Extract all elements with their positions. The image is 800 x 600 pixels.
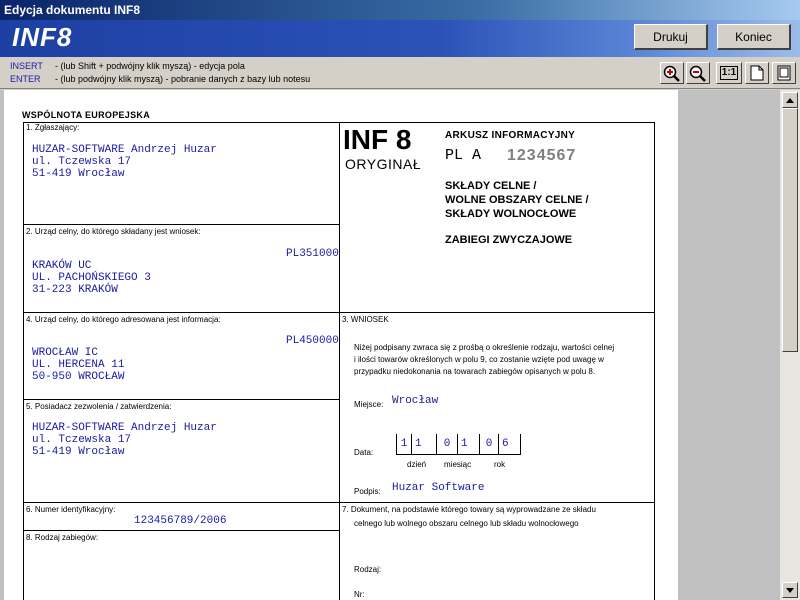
document-viewport[interactable]: WSPÓLNOTA EUROPEJSKA 1. Zgłaszający: HUZ… (0, 90, 780, 600)
field-7-label: 7. Dokument, na podstawie którego towary… (342, 505, 596, 514)
scroll-down-button[interactable] (782, 582, 798, 598)
applicant-line[interactable]: ul. Tczewska 17 (32, 156, 131, 168)
country-code[interactable]: PL A (445, 147, 481, 164)
field-7-label-continued: celnego lub wolnego obszaru celnego lub … (354, 519, 579, 528)
destination-line[interactable]: WROCŁAW IC (32, 347, 98, 359)
office-code[interactable]: PL351000 (286, 248, 339, 260)
fit-width-button[interactable] (772, 62, 796, 84)
office-line[interactable]: KRAKÓW UC (32, 260, 91, 272)
sheet-label: ARKUSZ INFORMACYJNY (445, 130, 576, 141)
form-sheet: WSPÓLNOTA EUROPEJSKA 1. Zgłaszający: HUZ… (4, 90, 678, 600)
actual-size-label: 1:1 (719, 66, 739, 80)
date-digit[interactable]: 1 (397, 434, 412, 454)
window-title: Edycja dokumentu INF8 (0, 0, 800, 20)
hint-row: ENTER - (lub podwójny klik myszą) - pobra… (10, 73, 310, 86)
applicant-line[interactable]: 51-419 Wrocław (32, 168, 124, 180)
hint-row: INSERT - (lub Shift + podwójny klik myszą… (10, 60, 245, 73)
hint-text: - (lub podwójny klik myszą) - pobranie d… (55, 74, 311, 84)
customs-line: WOLNE OBSZARY CELNE / (445, 194, 589, 206)
zoom-out-button[interactable] (686, 62, 710, 84)
number-label: Nr: (354, 590, 365, 599)
print-button[interactable]: Drukuj (634, 24, 708, 50)
form-header: WSPÓLNOTA EUROPEJSKA (22, 110, 151, 120)
field-8-label: 8. Rodzaj zabiegów: (26, 533, 99, 542)
actual-size-button[interactable]: 1:1 (716, 62, 742, 84)
year-label: rok (494, 460, 506, 469)
field-6-label: 6. Numer identyfikacyjny: (26, 505, 116, 514)
app-logo: INF8 (12, 22, 73, 52)
date-digit[interactable]: 1 (458, 434, 480, 454)
scroll-thumb[interactable] (782, 108, 798, 352)
doc-code: INF 8 (343, 124, 412, 155)
date-digit[interactable]: 0 (480, 434, 499, 454)
destination-line[interactable]: UL. HERCENA 11 (32, 359, 124, 371)
column-divider (339, 122, 340, 600)
kind-label: Rodzaj: (354, 565, 382, 574)
scroll-up-button[interactable] (782, 92, 798, 108)
field-2-label: 2. Urząd celny, do którego składany jest… (26, 227, 201, 236)
field-1-label: 1. Zgłaszający: (26, 123, 80, 132)
exit-button[interactable]: Koniec (717, 24, 791, 50)
full-page-button[interactable] (745, 62, 769, 84)
field-5-label: 5. Posiadacz zezwolenia / zatwierdzenia: (26, 402, 172, 411)
hint-key: INSERT (10, 61, 43, 71)
original-label: ORYGINAŁ (345, 156, 422, 172)
date-label: Data: (354, 448, 374, 457)
applicant-line[interactable]: HUZAR-SOFTWARE Andrzej Huzar (32, 144, 217, 156)
hint-key: ENTER (10, 74, 41, 84)
holder-line[interactable]: 51-419 Wrocław (32, 446, 124, 458)
divider-f5 (23, 399, 339, 400)
id-number[interactable]: 123456789/2006 (134, 515, 226, 527)
fit-page-icon (777, 65, 791, 81)
page-icon (750, 65, 764, 81)
date-digit[interactable]: 0 (437, 434, 458, 454)
office-line[interactable]: UL. PACHOŃSKIEGO 3 (32, 272, 151, 284)
place-value[interactable]: Wrocław (392, 395, 438, 407)
app-banner: INF8 Drukuj Koniec (0, 20, 800, 57)
date-digit[interactable]: 6 (499, 434, 521, 454)
office-line[interactable]: 31-223 KRAKÓW (32, 284, 118, 296)
field-4-label: 4. Urząd celny, do którego adresowana je… (26, 315, 221, 324)
holder-line[interactable]: ul. Tczewska 17 (32, 434, 131, 446)
frame-left (23, 122, 24, 600)
holder-line[interactable]: HUZAR-SOFTWARE Andrzej Huzar (32, 422, 217, 434)
request-text-line: Niżej podpisany zwraca się z prośbą o ok… (354, 343, 615, 352)
customs-line: SKŁADY WOLNOCŁOWE (445, 208, 577, 220)
month-label: miesiąc (444, 460, 472, 469)
field-3-label: 3. WNIOSEK (342, 315, 389, 324)
request-text-line: przypadku niedokonania na towarach zabie… (354, 367, 596, 376)
zoom-in-button[interactable] (660, 62, 684, 84)
divider-f8 (23, 530, 339, 531)
divider-f6 (23, 502, 655, 503)
serial-number: 1234567 (507, 147, 577, 164)
zoom-out-icon (689, 65, 706, 82)
arrow-down-icon (786, 587, 794, 593)
zoom-in-icon (663, 65, 680, 82)
vertical-scrollbar[interactable] (780, 90, 800, 600)
frame-right (654, 122, 655, 600)
destination-line[interactable]: 50-950 WROCŁAW (32, 371, 124, 383)
signature-label: Podpis: (354, 487, 381, 496)
place-label: Miejsce: (354, 400, 384, 409)
divider-f2 (23, 224, 339, 225)
procedure-label: ZABIEGI ZWYCZAJOWE (445, 234, 573, 246)
signature-value[interactable]: Huzar Software (392, 482, 484, 494)
date-boxes[interactable]: 1 1 0 1 0 6 (396, 434, 521, 455)
divider-f4 (23, 312, 655, 313)
customs-line: SKŁADY CELNE / (445, 180, 537, 192)
request-text-line: i ilości towarów określonych w polu 9, c… (354, 355, 604, 364)
arrow-up-icon (786, 97, 794, 103)
destination-code[interactable]: PL450000 (286, 335, 339, 347)
date-digit[interactable]: 1 (412, 434, 437, 454)
hint-text: - (lub Shift + podwójny klik myszą) - ed… (55, 61, 245, 71)
day-label: dzień (407, 460, 427, 469)
